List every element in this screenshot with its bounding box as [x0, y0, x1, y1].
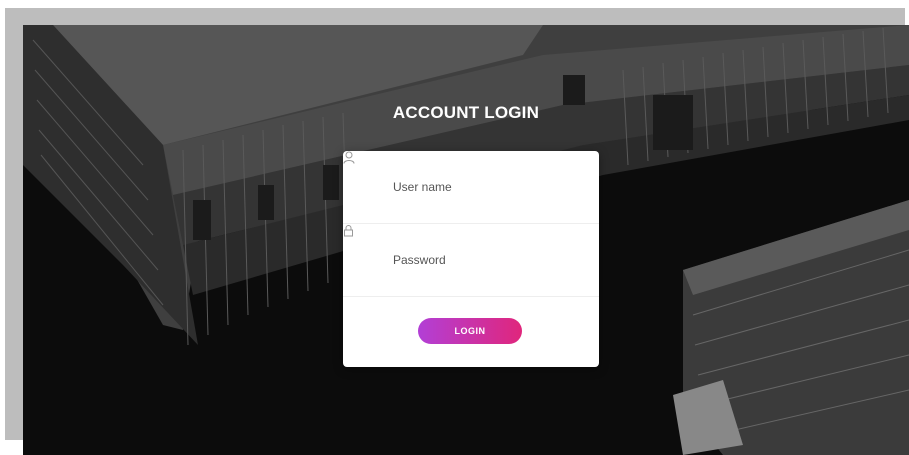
username-field-row [343, 151, 599, 224]
login-card: LOGIN [343, 151, 599, 367]
hero-background: ACCOUNT LOGIN LOGIN [23, 25, 909, 455]
page-title: ACCOUNT LOGIN [392, 103, 540, 122]
user-icon [343, 151, 379, 194]
login-button[interactable]: LOGIN [418, 318, 522, 344]
lock-icon [344, 225, 379, 267]
password-input[interactable] [391, 252, 575, 268]
username-input[interactable] [391, 179, 575, 195]
password-field-row [343, 224, 599, 297]
